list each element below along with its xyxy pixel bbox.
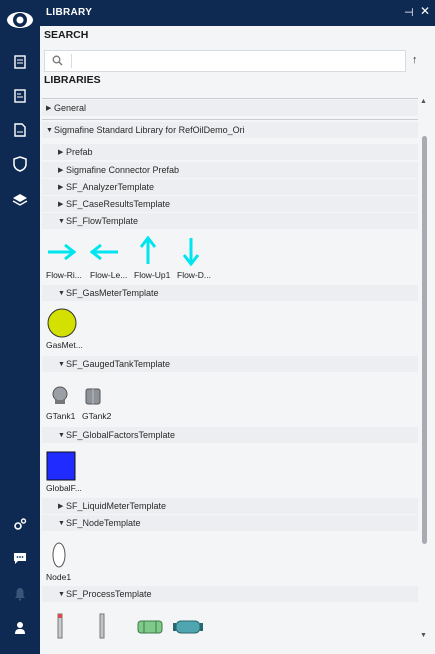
pin-icon[interactable]: ⊣ <box>404 6 414 19</box>
tree-node-label: SF_GlobalFactorsTemplate <box>66 430 176 440</box>
tree-node-general[interactable]: ▶ General <box>42 100 418 116</box>
tile-label: Flow-Le... <box>90 270 128 280</box>
tree-node-caseresults[interactable]: ▶ SF_CaseResultsTemplate <box>42 196 418 212</box>
caret-right-icon: ▶ <box>58 184 64 191</box>
library-book-icon[interactable] <box>10 52 30 72</box>
left-nav-bar <box>0 0 40 654</box>
bell-icon[interactable] <box>10 584 30 604</box>
tree-node-label: Prefab <box>66 147 93 157</box>
tree-node-label: SF_GaugedTankTemplate <box>66 359 171 369</box>
flow-right-arrow-icon[interactable] <box>46 242 76 262</box>
notes-icon[interactable] <box>10 86 30 106</box>
user-icon[interactable] <box>10 618 30 638</box>
library-tree: ▶ General ▼ Sigmafine Standard Library for… <box>42 98 418 654</box>
tree-node-label: General <box>54 103 87 113</box>
flow-left-arrow-icon[interactable] <box>90 242 120 262</box>
chat-icon[interactable] <box>10 548 30 568</box>
panel-header: LIBRARY ⊣ ✕ <box>40 0 435 26</box>
caret-right-icon: ▶ <box>58 167 64 174</box>
tree-node-label: SF_CaseResultsTemplate <box>66 199 171 209</box>
settings-gears-icon[interactable] <box>10 514 30 534</box>
search-icon <box>52 55 63 66</box>
globalfactors-tiles-area <box>42 444 418 498</box>
app-logo-icon <box>7 12 33 28</box>
column-red-icon[interactable] <box>56 613 64 639</box>
tree-node-connector-prefab[interactable]: ▶ Sigmafine Connector Prefab <box>42 162 418 178</box>
tree-node-analyzer[interactable]: ▶ SF_AnalyzerTemplate <box>42 179 418 195</box>
caret-down-icon: ▼ <box>58 289 65 297</box>
tree-node-gasmeter[interactable]: ▼ SF_GasMeterTemplate <box>42 285 418 301</box>
shield-icon[interactable] <box>10 154 30 174</box>
node-ellipse-icon[interactable] <box>51 541 67 569</box>
caret-down-icon: ▼ <box>58 519 65 527</box>
tile-label: Flow-Up1 <box>134 270 171 280</box>
tree-node-standard-library[interactable]: ▼ Sigmafine Standard Library for RefOilDe… <box>42 122 418 138</box>
caret-down-icon: ▼ <box>58 217 65 225</box>
gas-meter-circle-icon[interactable] <box>46 307 78 339</box>
tree-node-prefab[interactable]: ▶ Prefab <box>42 144 418 160</box>
caret-right-icon: ▶ <box>46 105 52 112</box>
tree-node-process[interactable]: ▼ SF_ProcessTemplate <box>42 586 418 602</box>
tree-divider <box>42 98 418 99</box>
tile-label: Flow-D... <box>177 270 211 280</box>
flow-up-arrow-icon[interactable] <box>138 236 158 266</box>
cylinder-tank-icon[interactable] <box>84 386 102 406</box>
tile-label: Flow-Ri... <box>46 270 82 280</box>
global-factors-square-icon[interactable] <box>46 451 76 481</box>
caret-down-icon: ▼ <box>58 360 65 368</box>
report-icon[interactable] <box>10 120 30 140</box>
caret-down-icon: ▼ <box>58 590 65 598</box>
caret-right-icon: ▶ <box>58 503 64 510</box>
tile-label: Node1 <box>46 572 72 582</box>
tree-node-globalfactors[interactable]: ▼ SF_GlobalFactorsTemplate <box>42 427 418 443</box>
tree-node-label: Sigmafine Standard Library for RefOilDem… <box>54 125 245 135</box>
caret-right-icon: ▶ <box>58 201 64 208</box>
search-separator <box>71 54 72 68</box>
caret-right-icon: ▶ <box>58 149 64 156</box>
column-grey-icon[interactable] <box>98 613 106 639</box>
search-box[interactable] <box>44 50 406 72</box>
tree-node-label: SF_ProcessTemplate <box>66 589 152 599</box>
exchanger-teal-icon[interactable] <box>172 618 204 636</box>
search-section-title: SEARCH <box>44 29 89 41</box>
libraries-section-title: LIBRARIES <box>44 74 101 86</box>
panel-title: LIBRARY <box>46 7 93 18</box>
scroll-up-arrow-icon[interactable]: ▲ <box>420 98 427 105</box>
search-input[interactable] <box>75 53 395 69</box>
tile-label: GlobalF... <box>46 483 82 493</box>
tree-divider <box>42 119 418 120</box>
tree-node-label: Sigmafine Connector Prefab <box>66 165 180 175</box>
caret-down-icon: ▼ <box>46 126 53 134</box>
tree-node-gaugedtank[interactable]: ▼ SF_GaugedTankTemplate <box>42 356 418 372</box>
scroll-down-arrow-icon[interactable]: ▼ <box>420 632 427 639</box>
scrollbar-thumb[interactable] <box>422 136 427 544</box>
tree-node-label: SF_GasMeterTemplate <box>66 288 159 298</box>
tree-node-label: SF_NodeTemplate <box>66 518 141 528</box>
spherical-tank-icon[interactable] <box>51 386 69 406</box>
tile-label: GTank1 <box>46 411 76 421</box>
exchanger-green-icon[interactable] <box>134 618 166 636</box>
close-icon[interactable]: ✕ <box>420 4 430 18</box>
flow-down-arrow-icon[interactable] <box>181 236 201 266</box>
tree-node-node[interactable]: ▼ SF_NodeTemplate <box>42 515 418 531</box>
caret-down-icon: ▼ <box>58 431 65 439</box>
layers-icon[interactable] <box>10 190 30 210</box>
node-tiles-area <box>42 532 418 586</box>
gasmeter-tiles-area <box>42 302 418 356</box>
collapse-up-arrow-icon[interactable]: ↑ <box>412 54 418 66</box>
tree-node-label: SF_FlowTemplate <box>66 216 139 226</box>
tree-node-flow[interactable]: ▼ SF_FlowTemplate <box>42 213 418 229</box>
tree-node-label: SF_AnalyzerTemplate <box>66 182 155 192</box>
tree-node-liquidmeter[interactable]: ▶ SF_LiquidMeterTemplate <box>42 498 418 514</box>
tile-label: GTank2 <box>82 411 112 421</box>
tree-node-label: SF_LiquidMeterTemplate <box>66 501 167 511</box>
tile-label: GasMet... <box>46 340 83 350</box>
